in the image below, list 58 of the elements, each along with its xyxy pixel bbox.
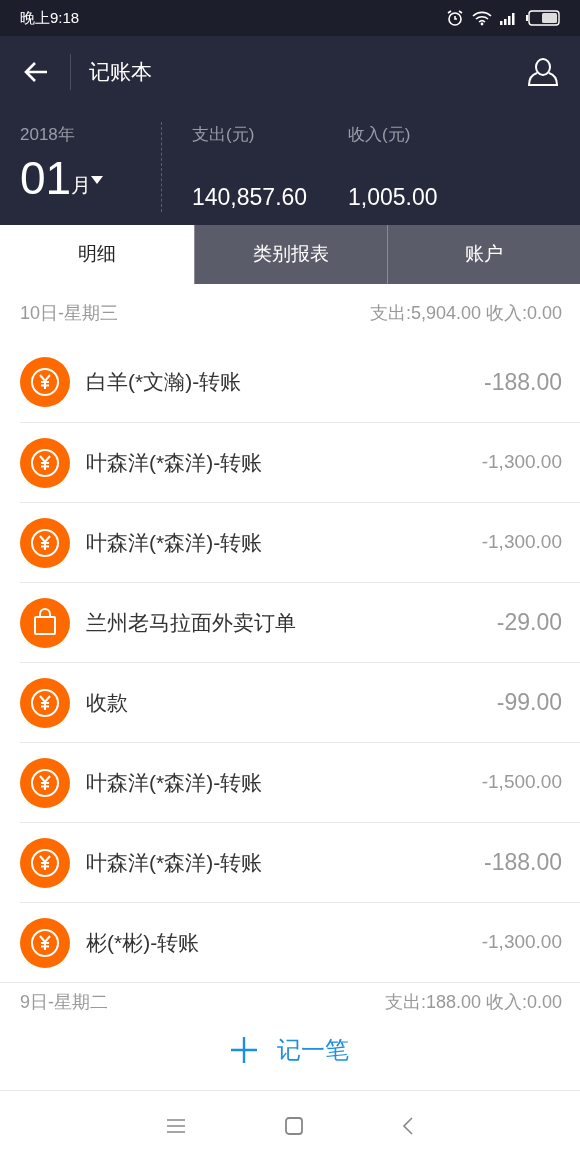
day-totals: 支出:188.00 收入:0.00 [384,991,562,1010]
income-label: 收入(元) [348,124,412,146]
shopping-bag-icon [20,597,70,648]
transaction-amount: -188.00 [484,848,562,878]
transaction-title: 叶森洋(*森洋)-转账 [86,769,264,796]
dropdown-caret-icon [91,175,104,184]
yen-icon [20,917,70,968]
back-arrow-icon [23,61,49,83]
tab[interactable]: 账户 [387,225,580,284]
yen-icon [20,517,70,568]
plus-icon [231,1037,257,1063]
transaction-amount: -29.00 [496,608,562,638]
transaction-title: 叶森洋(*森洋)-转账 [86,529,264,556]
tab[interactable]: 类别报表 [194,225,387,284]
transaction-row[interactable]: 白羊(*文瀚)-转账 -188.00 [20,342,580,422]
transaction-title: 叶森洋(*森洋)-转账 [86,849,264,876]
transaction-amount: -1,300.00 [481,450,562,475]
month-picker[interactable]: 01月 [20,151,104,204]
transaction-amount: -188.00 [484,367,562,397]
transaction-title: 彬(*彬)-转账 [86,929,201,956]
yen-icon [20,357,70,407]
yen-icon [20,677,70,728]
menu-icon[interactable] [167,1118,185,1133]
profile-button[interactable] [526,55,560,89]
transaction-row[interactable]: 兰州老马拉面外卖订单 -29.00 [20,582,580,662]
alarm-icon [446,9,464,27]
transaction-row[interactable]: 叶森洋(*森洋)-转账 -188.00 [20,822,580,902]
person-icon [527,56,559,88]
transaction-row[interactable]: 叶森洋(*森洋)-转账 -1,300.00 [20,422,580,502]
page-title: 记账本 [89,59,153,86]
transaction-row[interactable]: 叶森洋(*森洋)-转账 -1,300.00 [20,502,580,582]
wifi-icon [472,10,492,26]
transaction-amount: -1,500.00 [481,770,562,795]
transaction-title: 收款 [86,689,129,716]
day-totals: 支出:5,904.00 收入:0.00 [369,301,562,325]
transaction-title: 兰州老马拉面外卖订单 [86,609,297,636]
battery-icon [526,10,560,26]
yen-icon [20,437,70,488]
day-date: 9日-星期二 [20,991,108,1010]
signal-icon [500,11,518,25]
transaction-title: 白羊(*文瀚)-转账 [86,369,243,396]
back-icon[interactable] [403,1116,413,1135]
transaction-row[interactable]: 彬(*彬)-转账 -1,300.00 [20,902,580,982]
transaction-row[interactable]: 叶森洋(*森洋)-转账 -1,500.00 [20,742,580,822]
transaction-amount: -99.00 [496,688,562,718]
year-label: 2018年 [20,124,76,146]
day-date: 10日-星期三 [20,301,118,325]
transaction-title: 叶森洋(*森洋)-转账 [86,449,264,476]
yen-icon [20,757,70,808]
transaction-amount: -1,300.00 [481,930,562,955]
home-square-icon[interactable] [285,1116,303,1135]
transaction-amount: -1,300.00 [481,530,562,555]
transaction-row[interactable]: 收款 -99.00 [20,662,580,742]
yen-icon [20,837,70,888]
expense-label: 支出(元) [192,124,256,146]
expense-total: 140,857.60 [192,182,309,212]
income-total: 1,005.00 [348,182,439,212]
status-time: 晚上9:18 [20,7,80,28]
